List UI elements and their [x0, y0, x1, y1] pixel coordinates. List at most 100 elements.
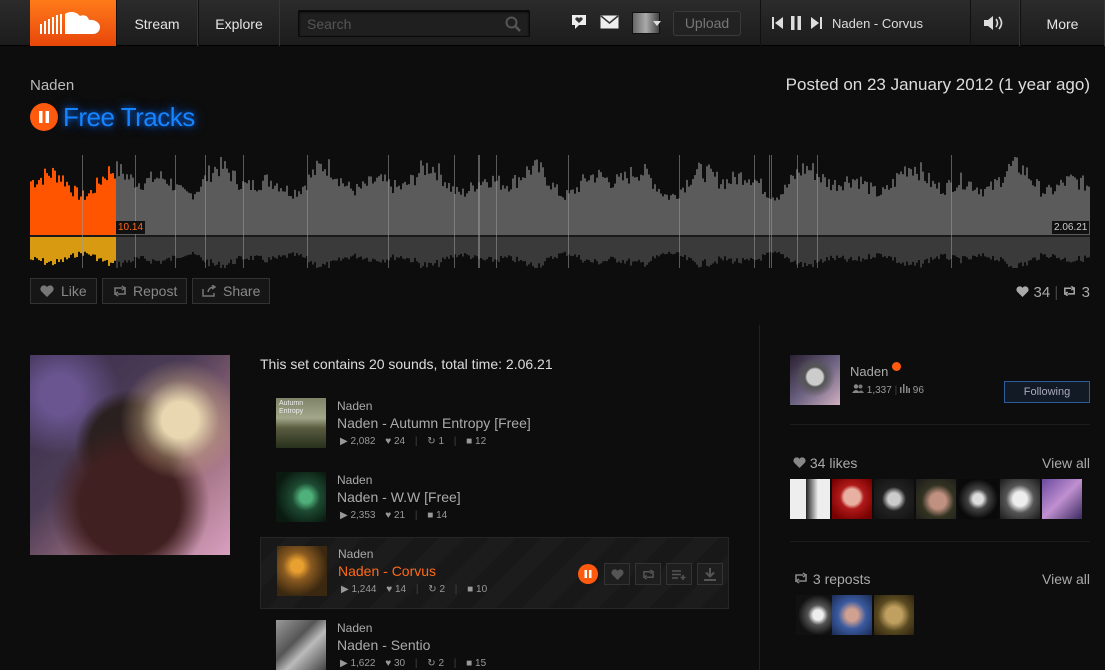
- now-playing-title[interactable]: Naden - Corvus: [832, 16, 923, 31]
- track-artwork: [277, 546, 327, 596]
- like-count: 14: [395, 584, 407, 595]
- chevron-down-icon: [653, 21, 661, 26]
- set-title: Free Tracks: [63, 102, 195, 132]
- nav-stream[interactable]: Stream: [116, 0, 198, 46]
- volume-button[interactable]: [970, 0, 1020, 46]
- repost-button[interactable]: Repost: [102, 278, 187, 304]
- repost-icon: [795, 572, 807, 584]
- total-time: 2.06.21: [1052, 221, 1090, 234]
- like-button[interactable]: Like: [30, 278, 97, 304]
- likes-heading: 34 likes: [793, 455, 857, 471]
- share-icon: [202, 285, 217, 297]
- soundcloud-logo[interactable]: [30, 0, 116, 46]
- track-artist[interactable]: Naden: [337, 399, 372, 413]
- set-artist[interactable]: Naden: [30, 77, 74, 94]
- track-artist[interactable]: Naden: [337, 473, 372, 487]
- repost-label: Repost: [133, 283, 178, 299]
- liker-avatar[interactable]: [916, 479, 956, 519]
- followers-count[interactable]: 1,337: [867, 385, 892, 396]
- track-boundary-marker: [568, 155, 569, 268]
- track-boundary-marker: [797, 155, 798, 268]
- track-boundary-marker: [817, 155, 818, 268]
- liker-avatar[interactable]: [790, 479, 830, 519]
- track-row-active[interactable]: Naden Naden - Corvus ▶ 1,244 ♥ 14 | ↻ 2 …: [260, 537, 729, 609]
- track-row[interactable]: Autumn Entropy Naden Naden - Autumn Entr…: [260, 390, 729, 462]
- artwork-caption: Autumn Entropy: [279, 400, 304, 415]
- repost-count: 1: [438, 436, 445, 447]
- set-pause-button[interactable]: [30, 103, 58, 131]
- liker-avatar[interactable]: [1042, 479, 1082, 519]
- user-avatar[interactable]: [790, 355, 840, 405]
- reposter-avatar[interactable]: [874, 595, 914, 635]
- liker-avatar[interactable]: [958, 479, 998, 519]
- track-stats: ▶ 2,353 ♥ 21 | ■ 14: [340, 510, 448, 521]
- track-title[interactable]: Naden - Autumn Entropy [Free]: [337, 415, 531, 431]
- comment-count: 10: [476, 584, 488, 595]
- track-repost-button[interactable]: [635, 563, 661, 585]
- share-button[interactable]: Share: [192, 278, 270, 304]
- track-artist[interactable]: Naden: [338, 547, 373, 561]
- comment-count: 15: [475, 658, 487, 669]
- track-boundary-marker: [82, 155, 83, 268]
- tracks-count[interactable]: 96: [913, 385, 924, 396]
- track-boundary-marker: [388, 155, 389, 268]
- repost-icon: [643, 569, 654, 580]
- reposter-avatar[interactable]: [796, 595, 836, 635]
- heart-icon: [40, 285, 54, 297]
- add-to-playlist-icon: [672, 570, 686, 580]
- user-avatar-menu[interactable]: [632, 12, 661, 34]
- activity-icon[interactable]: [570, 13, 588, 31]
- volume-icon: [984, 16, 1003, 30]
- view-all-reposts-link[interactable]: View all: [1042, 571, 1090, 587]
- track-boundary-marker: [951, 155, 952, 268]
- likes-count[interactable]: 34: [1034, 284, 1051, 301]
- current-time: 10.14: [116, 221, 146, 234]
- track-boundary-marker: [307, 155, 308, 268]
- track-boundary-marker: [175, 155, 176, 268]
- liker-avatar[interactable]: [832, 479, 872, 519]
- track-pause-button[interactable]: [578, 564, 598, 584]
- user-name[interactable]: Naden: [850, 362, 902, 379]
- repost-icon: [114, 285, 126, 297]
- like-count: 21: [394, 510, 406, 521]
- track-title[interactable]: Naden - Sentio: [337, 637, 430, 653]
- more-menu[interactable]: More: [1020, 0, 1105, 46]
- track-like-button[interactable]: [604, 563, 630, 585]
- like-count: 24: [394, 436, 406, 447]
- track-boundary-marker: [135, 155, 136, 268]
- like-count: 30: [394, 658, 406, 669]
- track-artist[interactable]: Naden: [337, 621, 372, 635]
- following-button[interactable]: Following: [1004, 381, 1090, 403]
- track-title[interactable]: Naden - W.W [Free]: [337, 489, 461, 505]
- view-all-likes-link[interactable]: View all: [1042, 455, 1090, 471]
- track-boundary-marker: [754, 155, 755, 268]
- liker-avatar[interactable]: [1000, 479, 1040, 519]
- track-artwork: [276, 472, 326, 522]
- search-icon[interactable]: [505, 16, 521, 32]
- track-download-button[interactable]: [697, 563, 723, 585]
- upload-button[interactable]: Upload: [673, 11, 741, 36]
- like-label: Like: [61, 283, 87, 299]
- waveform[interactable]: [30, 155, 1090, 268]
- nav-explore[interactable]: Explore: [198, 0, 280, 46]
- divider: [790, 541, 1090, 542]
- track-boundary-marker: [496, 155, 497, 268]
- reposts-count[interactable]: 3: [1082, 284, 1090, 301]
- user-name-text[interactable]: Naden: [850, 364, 888, 379]
- pause-icon[interactable]: [790, 16, 802, 30]
- comment-count: 14: [436, 510, 448, 521]
- track-title[interactable]: Naden - Corvus: [338, 563, 436, 579]
- search-input[interactable]: [299, 11, 499, 36]
- previous-icon[interactable]: [772, 16, 784, 30]
- heart-icon: [793, 457, 806, 468]
- liker-avatar[interactable]: [874, 479, 914, 519]
- track-row[interactable]: Naden Naden - Sentio ▶ 1,622 ♥ 30 | ↻ 2 …: [260, 612, 729, 670]
- track-boundary-marker: [478, 155, 479, 268]
- set-artwork: [30, 355, 230, 555]
- mail-icon[interactable]: [600, 15, 619, 29]
- play-count: 2,082: [350, 436, 376, 447]
- reposter-avatar[interactable]: [832, 595, 872, 635]
- track-row[interactable]: Naden Naden - W.W [Free] ▶ 2,353 ♥ 21 | …: [260, 464, 729, 536]
- track-add-to-set-button[interactable]: [666, 563, 692, 585]
- next-icon[interactable]: [810, 16, 822, 30]
